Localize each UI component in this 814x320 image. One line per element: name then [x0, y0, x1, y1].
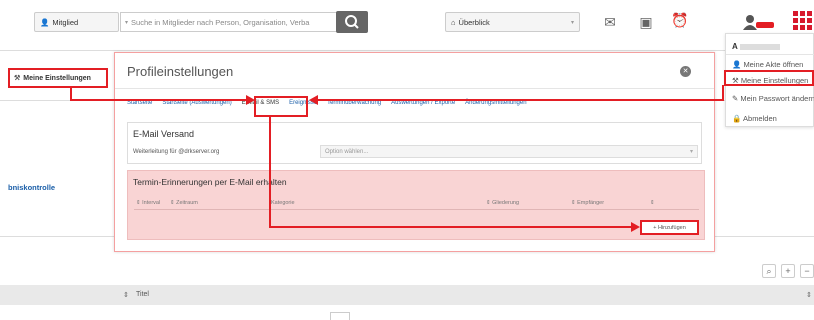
search-icon: [345, 15, 359, 29]
search-input[interactable]: ▾ Suche in Mitglieder nach Person, Organi…: [120, 12, 337, 32]
column-zeitraum[interactable]: ⇕ Zeitraum: [170, 200, 198, 206]
remove-icon[interactable]: −: [800, 264, 814, 278]
user-name: A: [732, 42, 738, 51]
search-button[interactable]: [336, 11, 368, 33]
user-avatar-icon[interactable]: [742, 14, 776, 30]
apps-grid-icon[interactable]: [792, 10, 812, 30]
menu-item-open-file[interactable]: 👤 Meine Akte öffnen: [732, 60, 803, 69]
clipboard-icon[interactable]: ▣: [637, 14, 655, 30]
title-column-header[interactable]: Titel: [136, 291, 149, 298]
highlight-box: [724, 70, 814, 86]
close-icon[interactable]: ✕: [680, 66, 691, 77]
alarm-clock-icon[interactable]: ⏰: [671, 12, 689, 28]
annotation-arrow: [70, 99, 248, 101]
divider: [0, 50, 814, 51]
menu-item-change-password[interactable]: ✎ Mein Passwort ändern: [732, 94, 814, 103]
table-header: ⇕ Titel ⇕: [0, 285, 814, 305]
highlight-box: [254, 96, 308, 117]
home-icon: ⌂: [451, 17, 456, 27]
mail-icon[interactable]: ✉: [601, 14, 619, 30]
column-gliederung[interactable]: ⇕ Gliederung: [486, 200, 519, 206]
email-section-title: E-Mail Versand: [133, 129, 195, 139]
tab-aenderungsmitteilungen[interactable]: Änderungsmitteilungen: [465, 100, 526, 114]
tools-icon: ⚒: [14, 75, 21, 82]
chevron-down-icon: ▾: [689, 149, 693, 155]
dialog-title: Profileinstellungen: [127, 64, 234, 79]
member-select[interactable]: 👤 Mitglied: [34, 12, 119, 32]
arrow-head-icon: [246, 95, 255, 105]
tab-auswertungen-exporte[interactable]: Auswertungen / Exporte: [391, 100, 455, 114]
redacted-name: [740, 44, 780, 50]
my-settings-button[interactable]: ⚒ Meine Einstellungen: [8, 68, 108, 88]
annotation-arrow: [722, 85, 724, 101]
reminder-section-title: Termin-Erinnerungen per E-Mail erhalten: [133, 177, 287, 187]
sort-icon[interactable]: ⇕: [123, 291, 129, 299]
arrow-head-icon: [309, 95, 318, 105]
person-icon: 👤: [40, 17, 50, 27]
tab-startseite[interactable]: Startseite: [127, 100, 152, 114]
annotation-arrow: [269, 226, 633, 228]
settings-tabs: Startseite Startseite (Auswertungen) E-M…: [127, 100, 707, 114]
sort-icon[interactable]: ⇕: [806, 291, 812, 299]
menu-item-logout[interactable]: 🔒 Abmelden: [732, 114, 777, 123]
tab-startseite-auswertungen[interactable]: Startseite (Auswertungen): [162, 100, 231, 114]
annotation-arrow: [269, 116, 271, 227]
arrow-head-icon: [631, 222, 640, 232]
forward-label: Weiterleitung für @drkserver.org: [133, 149, 220, 155]
overview-select[interactable]: ⌂ Überblick ▾: [445, 12, 580, 32]
search-table-icon[interactable]: ⌕: [762, 264, 776, 278]
forward-select[interactable]: Option wählen... ▾: [320, 145, 698, 158]
pagination-control[interactable]: [330, 312, 350, 320]
sort-icon[interactable]: ⇕: [650, 200, 655, 206]
add-button[interactable]: + Hinzufügen: [640, 220, 699, 235]
divider: [115, 88, 714, 89]
column-interval[interactable]: ⇕ Interval: [136, 200, 160, 206]
add-icon[interactable]: +: [781, 264, 795, 278]
section-label[interactable]: bniskontrolle: [8, 183, 55, 192]
tab-terminueberwachung[interactable]: Terminüberwachung: [327, 100, 381, 114]
annotation-arrow: [316, 99, 724, 101]
column-kategorie[interactable]: Kategorie: [271, 200, 295, 206]
reminder-table-header: ⇕ Interval ⇕ Zeitraum Kategorie ⇕ Gliede…: [134, 196, 699, 210]
column-empfaenger[interactable]: ⇕ Empfänger: [571, 200, 604, 206]
